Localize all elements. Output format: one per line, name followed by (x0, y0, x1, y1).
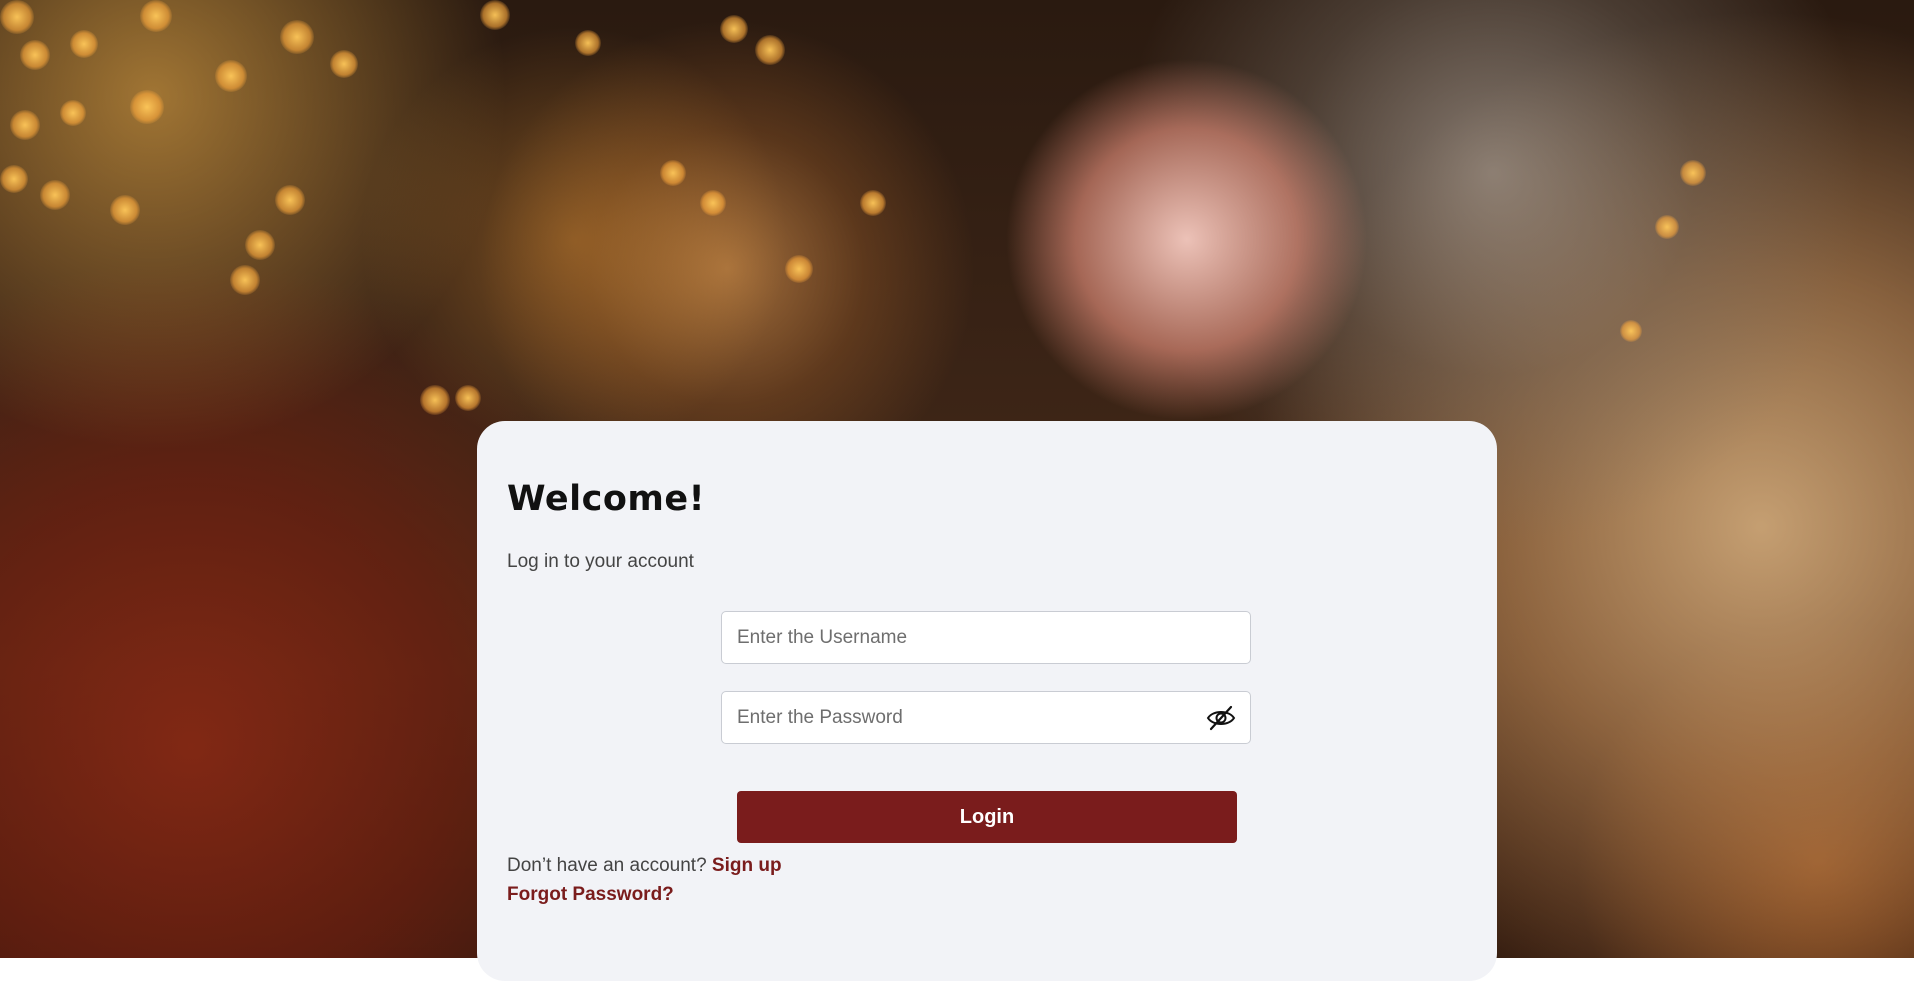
password-input[interactable] (722, 692, 1250, 743)
username-field-wrapper (721, 611, 1251, 664)
eye-slash-icon[interactable] (1206, 704, 1236, 732)
password-field-wrapper (721, 691, 1251, 744)
page-title: Welcome! (507, 479, 706, 519)
signup-prompt: Don’t have an account? Sign up (507, 855, 782, 877)
login-card: Welcome! Log in to your account Login Do… (477, 421, 1497, 981)
login-button[interactable]: Login (737, 791, 1237, 843)
forgot-password-link[interactable]: Forgot Password? (507, 884, 674, 906)
signup-link[interactable]: Sign up (712, 855, 782, 876)
username-input[interactable] (722, 612, 1250, 663)
page-subtitle: Log in to your account (507, 551, 694, 572)
no-account-text: Don’t have an account? (507, 855, 707, 876)
